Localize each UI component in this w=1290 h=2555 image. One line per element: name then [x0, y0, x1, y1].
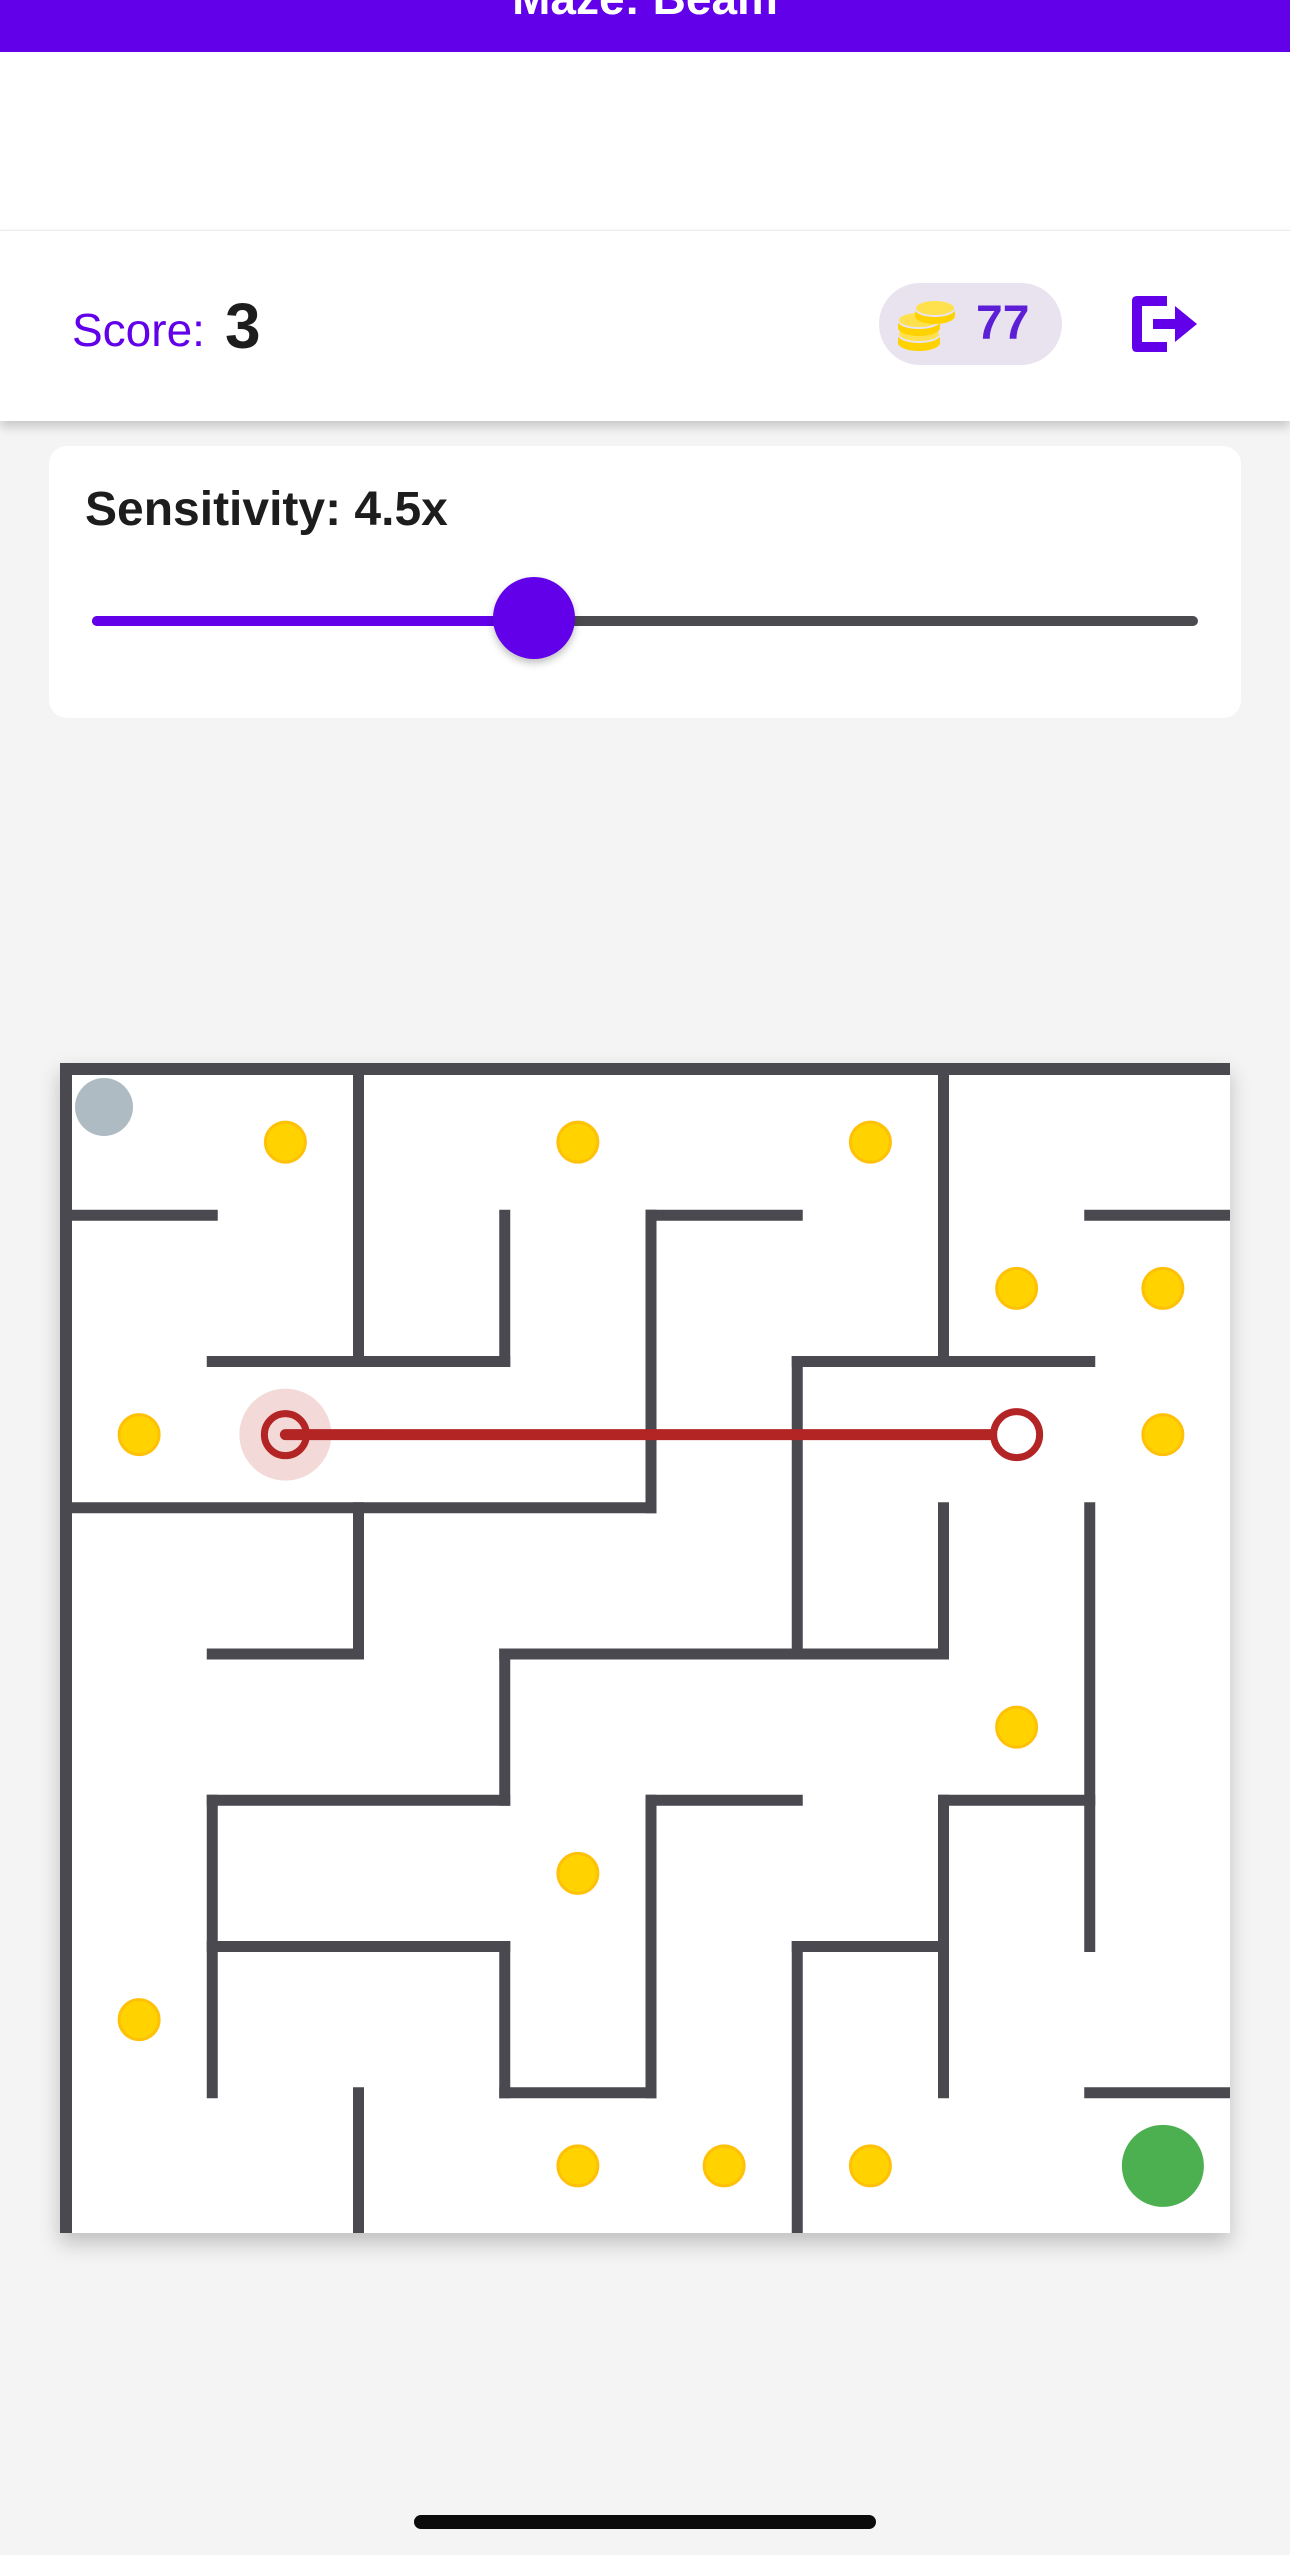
coin-count: 77 [976, 297, 1030, 350]
beam-receiver [990, 1408, 1044, 1462]
maze-coin [848, 1120, 892, 1164]
exit-icon[interactable] [1127, 290, 1199, 358]
home-indicator [414, 2515, 876, 2529]
slider-fill [92, 616, 535, 626]
maze-canvas [60, 1063, 1230, 2233]
sensitivity-label: Sensitivity: 4.5x [85, 483, 448, 536]
game-screen: Maze: Beam Score: 3 77 Sensitivity: 4.5x [0, 0, 1290, 2555]
player-ball [75, 1078, 133, 1136]
app-bar: Maze: Beam [0, 0, 1290, 52]
app-title: Maze: Beam [0, 0, 1290, 28]
score-value: 3 [225, 290, 261, 362]
maze-coin [995, 1705, 1039, 1749]
maze-board[interactable] [60, 1063, 1230, 2233]
maze-coin [556, 1851, 600, 1895]
score-label: Score: [72, 304, 205, 356]
goal-hole [1121, 2124, 1204, 2207]
maze-coin [848, 2144, 892, 2188]
maze-coin [1141, 1413, 1185, 1457]
maze-coin [117, 1413, 161, 1457]
maze-coin [556, 2144, 600, 2188]
coin-stack-icon [897, 299, 956, 351]
maze-coin [995, 1266, 1039, 1310]
maze-coin [1141, 1266, 1185, 1310]
sensitivity-slider[interactable] [92, 616, 1198, 626]
maze-coin [702, 2144, 746, 2188]
header-spacer [0, 52, 1290, 230]
maze-coin [556, 1120, 600, 1164]
maze-coin [263, 1120, 307, 1164]
slider-thumb[interactable] [493, 577, 576, 659]
maze-coin [117, 1998, 161, 2042]
